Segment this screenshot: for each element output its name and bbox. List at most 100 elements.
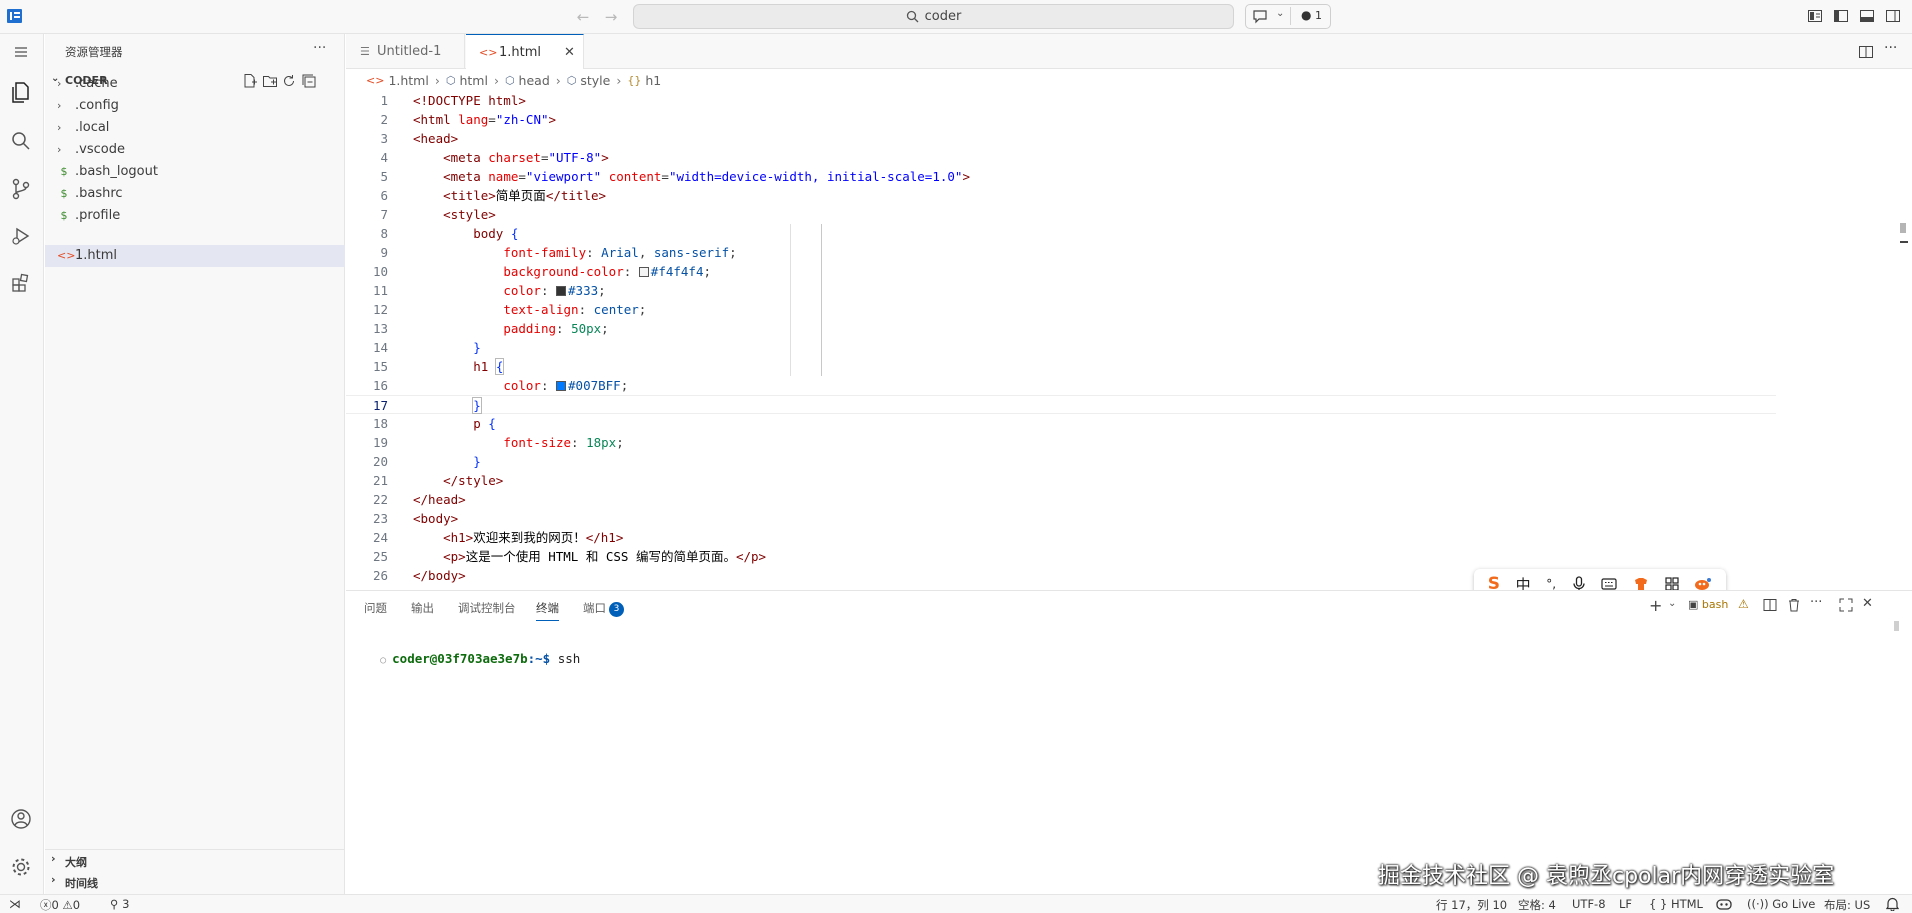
scrollbar-thumb[interactable] — [1900, 223, 1906, 233]
tab-problems[interactable]: 问题 — [364, 600, 387, 616]
html-file-icon: <> — [57, 249, 76, 262]
more-actions-icon[interactable]: ··· — [1884, 40, 1897, 56]
tree-item-bash-logout[interactable]: $ .bash_logout — [45, 161, 345, 183]
gear-icon[interactable] — [8, 854, 34, 880]
timeline-section[interactable]: › 时间线 — [45, 871, 345, 891]
code-line: 3 <head> — [380, 131, 459, 146]
source-control-icon[interactable] — [8, 176, 34, 202]
code-line: 24 <h1>欢迎来到我的网页！</h1> — [372, 530, 624, 545]
tab-terminal[interactable]: 终端 — [536, 600, 559, 621]
color-swatch[interactable] — [556, 286, 567, 296]
command-center-label: coder — [924, 9, 962, 24]
tree-item-1-html[interactable]: <> 1.html — [45, 245, 345, 267]
chat-icon — [1252, 8, 1268, 24]
outline-section[interactable]: › 大纲 — [45, 849, 345, 869]
more-actions-icon[interactable]: ··· — [1810, 595, 1822, 610]
encoding-status[interactable]: UTF-8 — [1572, 897, 1606, 911]
sidebar-title: 资源管理器 — [65, 45, 123, 59]
code-line: 23 <body> — [372, 511, 459, 526]
toggle-panel-icon[interactable] — [1859, 8, 1875, 24]
back-arrow-icon[interactable]: ← — [573, 7, 593, 27]
shell-name: bash — [1701, 598, 1729, 611]
run-debug-icon[interactable] — [8, 223, 34, 249]
tab-untitled-1[interactable]: ☰ Untitled-1 — [346, 34, 465, 69]
explorer-icon[interactable] — [8, 79, 34, 105]
html-file-icon: <> — [366, 73, 385, 87]
keyboard-icon[interactable] — [1601, 577, 1617, 591]
problems-status[interactable]: ⓧ0 ⚠0 — [40, 897, 80, 913]
code-line: 10 background-color: #f4f4f4; — [372, 264, 712, 279]
notifications-bell-icon[interactable] — [1886, 897, 1899, 911]
code-line-current: 17 } — [346, 395, 1776, 414]
split-terminal-icon[interactable] — [1763, 598, 1777, 612]
tree-item-bashrc[interactable]: $ .bashrc — [45, 183, 345, 205]
tree-item-config[interactable]: › .config — [45, 95, 345, 117]
tab-ports[interactable]: 端口 3 — [583, 600, 624, 617]
forward-arrow-icon[interactable]: → — [601, 7, 621, 27]
tab-output[interactable]: 输出 — [411, 600, 434, 616]
maximize-panel-icon[interactable] — [1839, 598, 1853, 612]
go-live-button[interactable]: ((·)) Go Live — [1747, 897, 1815, 911]
close-panel-icon[interactable]: ✕ — [1862, 596, 1873, 611]
keyboard-layout[interactable]: 布局: US — [1824, 897, 1870, 913]
search-icon[interactable] — [8, 128, 34, 154]
color-swatch[interactable] — [556, 381, 567, 391]
customize-layout-icon[interactable] — [1807, 8, 1823, 24]
trash-icon[interactable] — [1787, 598, 1801, 612]
breadcrumb-item[interactable]: html — [459, 73, 487, 88]
toggle-sidebar-icon[interactable] — [1833, 8, 1849, 24]
eol-status[interactable]: LF — [1619, 897, 1632, 911]
toggle-secondary-sidebar-icon[interactable] — [1885, 8, 1901, 24]
terminal-output[interactable]: ○ coder@03f703ae3e7b:~$ ssh — [350, 636, 580, 681]
tab-debug-console[interactable]: 调试控制台 — [458, 600, 516, 616]
breadcrumb-item[interactable]: 1.html — [388, 73, 428, 88]
extensions-icon[interactable] — [8, 270, 34, 296]
tree-item-profile[interactable]: $ .profile — [45, 205, 345, 227]
chat-button[interactable]: ⌄ ● 1 — [1245, 4, 1331, 29]
ports-count: 3 — [122, 897, 130, 911]
indentation-status[interactable]: 空格: 4 — [1518, 897, 1556, 913]
chevron-down-icon[interactable]: ⌄ — [1276, 8, 1284, 19]
terminal-shell-selector[interactable]: ▣ bash — [1688, 598, 1728, 611]
shell-file-icon: $ — [60, 187, 68, 200]
color-swatch[interactable] — [638, 267, 649, 277]
command-center-search[interactable]: coder — [633, 4, 1234, 29]
tree-item-vscode[interactable]: › .vscode — [45, 139, 345, 161]
copilot-icon[interactable] — [1716, 897, 1732, 910]
antenna-icon: ⚲ — [110, 897, 119, 911]
tree-item-cache[interactable]: › .cache — [45, 73, 345, 95]
tree-item-local[interactable]: › .local — [45, 117, 345, 139]
html-file-icon: <> — [479, 46, 498, 59]
ports-status[interactable]: ⚲ 3 — [110, 897, 129, 911]
new-terminal-icon[interactable]: + — [1649, 596, 1662, 615]
warning-icon[interactable]: ⚠ — [1738, 597, 1749, 611]
mascot-icon[interactable] — [1694, 577, 1712, 591]
menu-icon[interactable] — [8, 39, 34, 65]
record-dot-icon: ● — [1301, 8, 1312, 22]
code-line: 12 text-align: center; — [372, 302, 647, 317]
skin-icon[interactable] — [1633, 577, 1649, 591]
terminal-scrollbar[interactable] — [1894, 621, 1899, 631]
more-actions-icon[interactable]: ··· — [313, 40, 326, 56]
breadcrumb-item[interactable]: style — [580, 73, 610, 88]
remote-indicator-icon[interactable]: ⋊ — [9, 897, 21, 911]
breadcrumb-item[interactable]: h1 — [645, 73, 661, 88]
breadcrumb-item[interactable]: head — [519, 73, 550, 88]
account-icon[interactable] — [8, 806, 34, 832]
chevron-down-icon[interactable]: ⌄ — [1668, 598, 1676, 609]
chevron-right-icon: › — [434, 72, 440, 88]
toolbox-grid-icon[interactable] — [1664, 577, 1679, 591]
language-mode[interactable]: { } HTML — [1649, 897, 1703, 911]
tab-1-html[interactable]: <> 1.html ✕ — [466, 34, 584, 70]
error-count: 0 — [51, 898, 59, 912]
title-bar: ← → coder ⌄ ● 1 — [0, 0, 1912, 34]
code-editor[interactable]: 1 <!DOCTYPE html> 2 <html lang="zh-CN"> 3 <… — [346, 91, 1912, 585]
element-icon: ⬡ — [445, 73, 456, 87]
code-line: 9 font-family: Arial, sans-serif; — [380, 245, 737, 260]
shell-file-icon: $ — [60, 209, 68, 222]
code-line: 20 } — [372, 454, 481, 469]
cursor-position[interactable]: 行 17，列 10 — [1436, 897, 1507, 913]
ime-punctuation-toggle[interactable]: °, — [1546, 577, 1556, 591]
close-icon[interactable]: ✕ — [564, 35, 575, 70]
split-editor-icon[interactable] — [1858, 44, 1874, 60]
